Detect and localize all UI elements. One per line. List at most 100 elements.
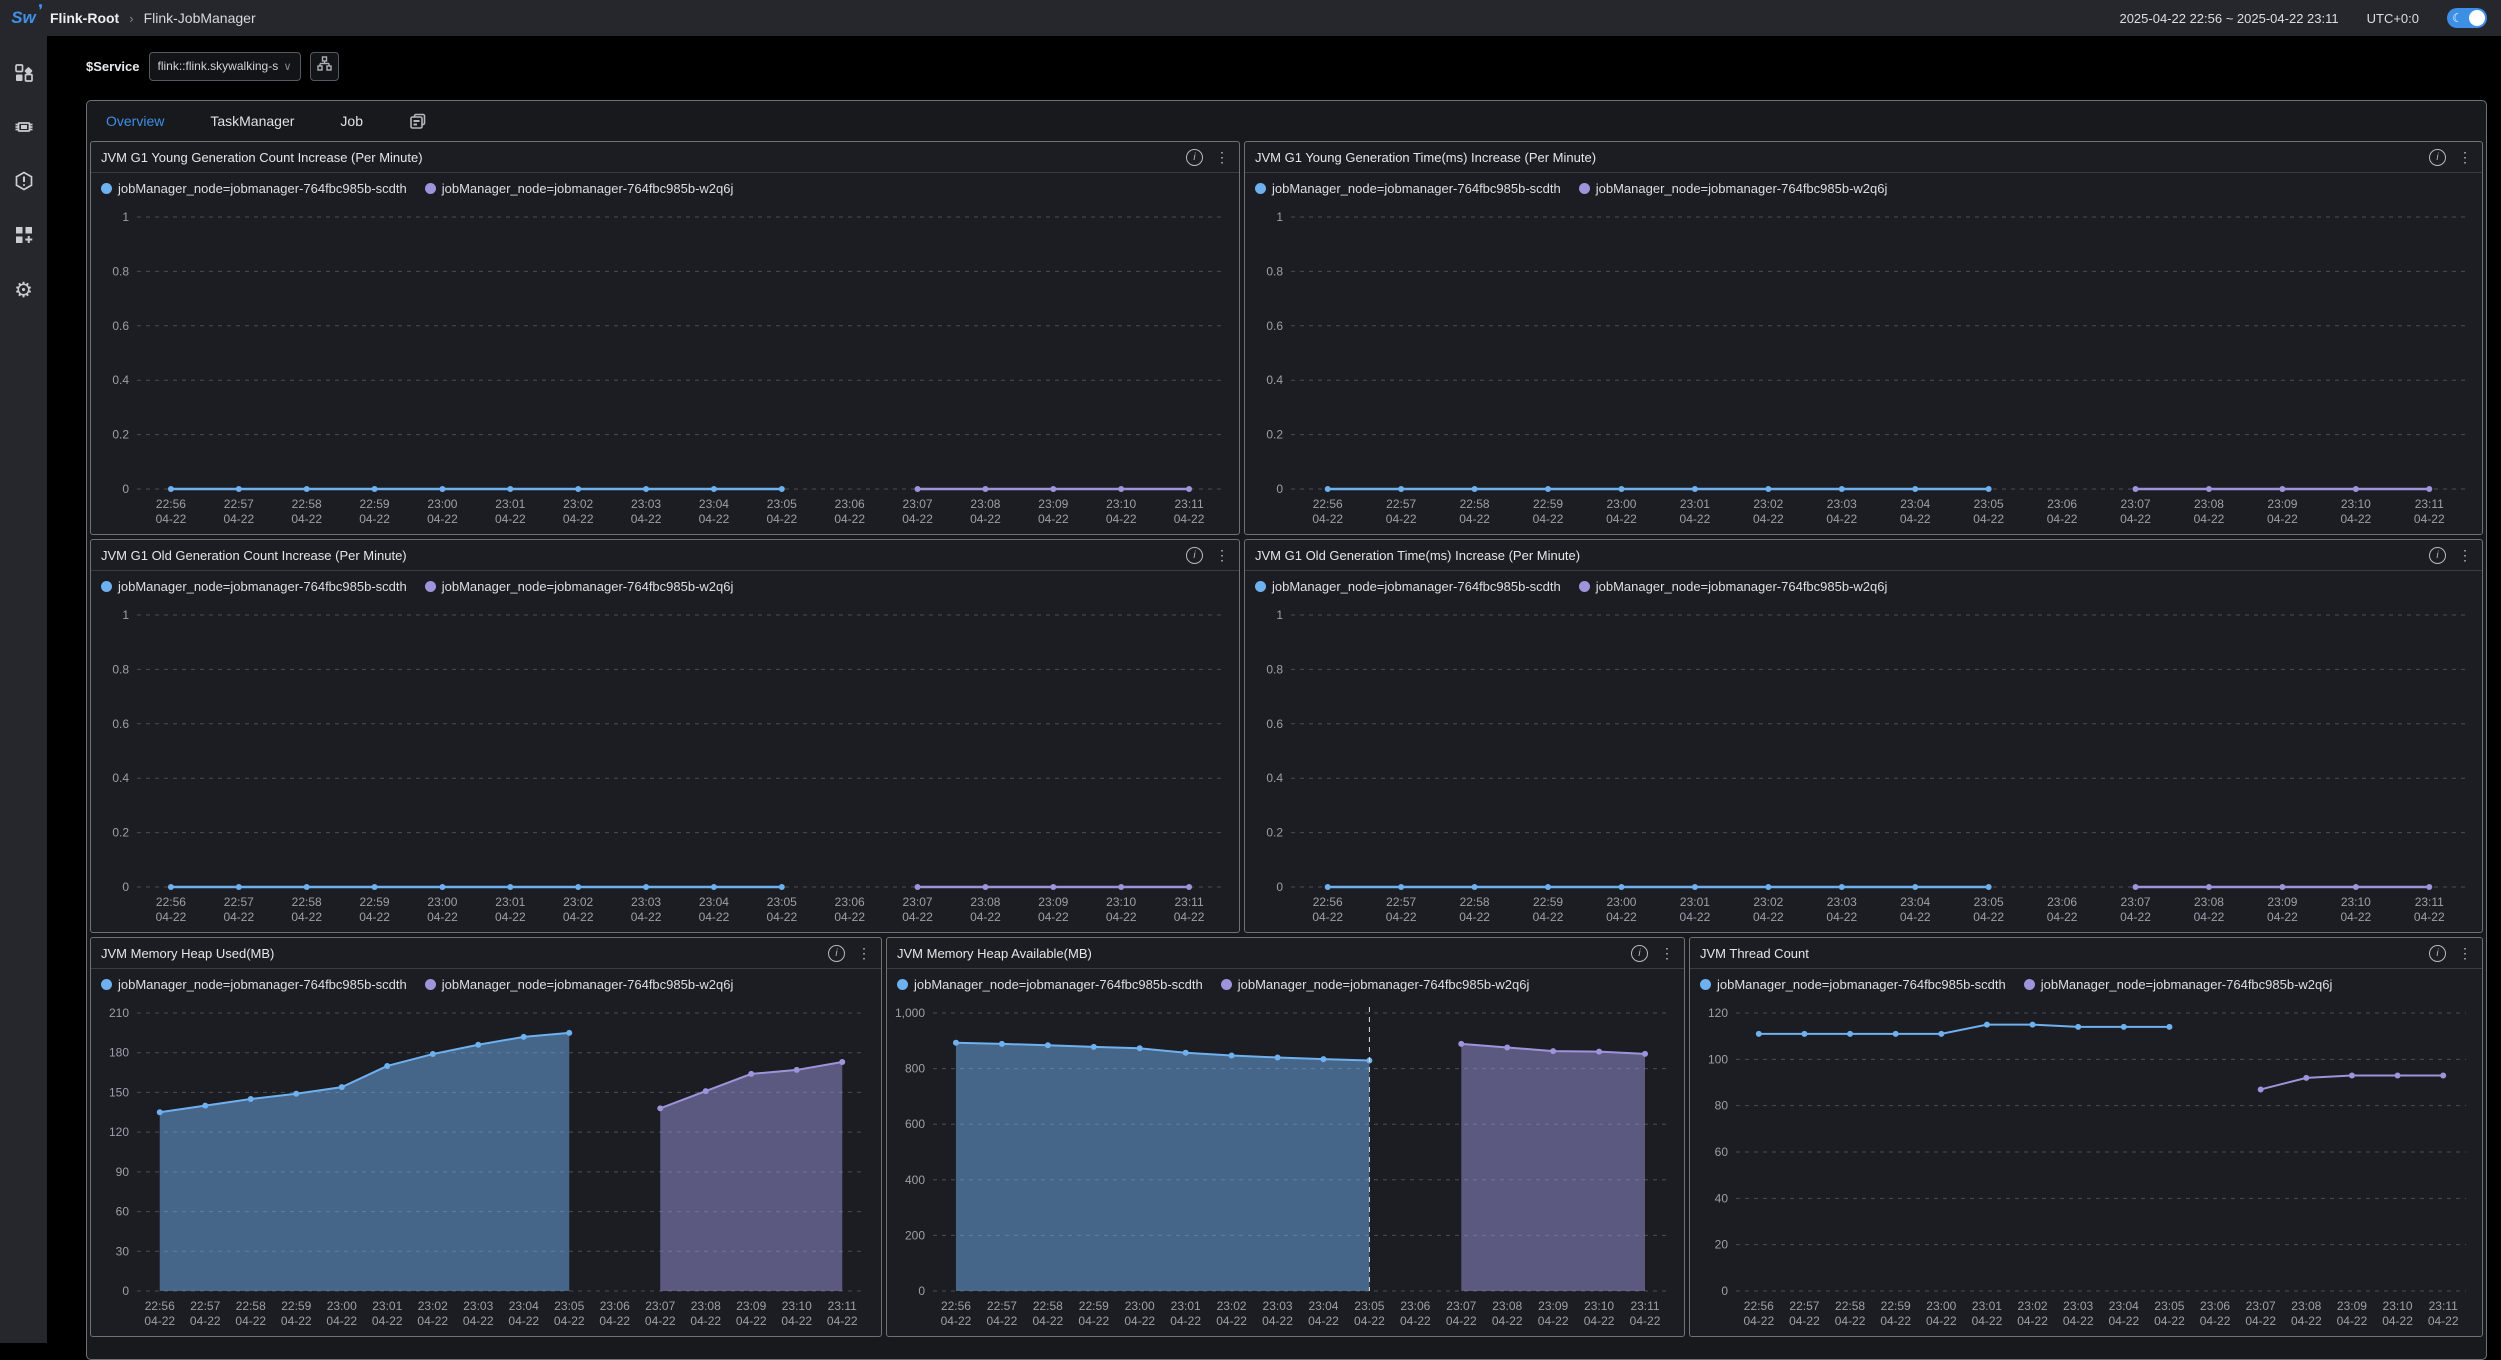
svg-text:0: 0 [122,482,129,496]
svg-text:04-22: 04-22 [1926,1314,1957,1328]
legend-item[interactable]: jobManager_node=jobmanager-764fbc985b-w2… [1579,181,1888,196]
more-menu-icon[interactable]: ⋮ [1215,152,1229,162]
area-chart[interactable]: 02004006008001,00022:5604-2222:5704-2222… [887,999,1684,1337]
legend-item[interactable]: jobManager_node=jobmanager-764fbc985b-w2… [1221,977,1530,992]
info-icon[interactable]: i [2429,547,2446,564]
legend-item[interactable]: jobManager_node=jobmanager-764fbc985b-sc… [1255,579,1561,594]
svg-text:23:09: 23:09 [736,1299,766,1313]
skywalking-logo[interactable]: Sw❜ [0,8,47,28]
legend-item[interactable]: jobManager_node=jobmanager-764fbc985b-w2… [425,181,734,196]
svg-text:23:07: 23:07 [2121,895,2151,909]
legend-item[interactable]: jobManager_node=jobmanager-764fbc985b-sc… [101,181,407,196]
line-chart[interactable]: 02040608010012022:5604-2222:5704-2222:58… [1690,999,2482,1337]
timezone[interactable]: UTC+0:0 [2367,11,2419,26]
line-chart[interactable]: 00.20.40.60.8122:5604-2222:5704-2222:580… [1245,601,2482,933]
legend-label: jobManager_node=jobmanager-764fbc985b-w2… [442,977,734,992]
more-menu-icon[interactable]: ⋮ [857,948,871,958]
more-menu-icon[interactable]: ⋮ [2458,152,2472,162]
svg-text:23:00: 23:00 [327,1299,357,1313]
svg-text:04-22: 04-22 [2267,910,2298,924]
svg-text:04-22: 04-22 [1262,1314,1293,1328]
svg-text:0.4: 0.4 [1266,771,1283,785]
svg-text:23:06: 23:06 [600,1299,630,1313]
more-menu-icon[interactable]: ⋮ [2458,948,2472,958]
svg-text:04-22: 04-22 [1753,512,1784,526]
more-menu-icon[interactable]: ⋮ [1215,550,1229,560]
svg-text:20: 20 [1715,1238,1729,1252]
time-range[interactable]: 2025-04-22 22:56 ~ 2025-04-22 23:11 [2119,11,2338,26]
svg-text:0.4: 0.4 [1266,373,1283,387]
chart-row-1: JVM G1 Young Generation Count Increase (… [90,141,2483,535]
legend-item[interactable]: jobManager_node=jobmanager-764fbc985b-sc… [101,977,407,992]
svg-text:23:10: 23:10 [782,1299,812,1313]
svg-text:23:08: 23:08 [970,895,1000,909]
svg-text:23:05: 23:05 [2154,1299,2184,1313]
legend-item[interactable]: jobManager_node=jobmanager-764fbc985b-w2… [425,977,734,992]
logo-text: Sw [11,8,36,27]
svg-text:22:59: 22:59 [281,1299,311,1313]
service-select[interactable]: flink::flink.skywalking-showc... ∨ [149,52,301,81]
svg-text:0.4: 0.4 [112,373,129,387]
svg-text:04-22: 04-22 [1174,512,1205,526]
legend-item[interactable]: jobManager_node=jobmanager-764fbc985b-sc… [101,579,407,594]
tab-taskmanager[interactable]: TaskManager [210,113,294,129]
line-chart[interactable]: 00.20.40.60.8122:5604-2222:5704-2222:580… [1245,203,2482,535]
copy-dashboard-icon[interactable] [409,113,426,130]
svg-text:04-22: 04-22 [2340,512,2371,526]
svg-text:04-22: 04-22 [1533,512,1564,526]
line-chart[interactable]: 00.20.40.60.8122:5604-2222:5704-2222:580… [91,203,1239,535]
legend-item[interactable]: jobManager_node=jobmanager-764fbc985b-w2… [2024,977,2333,992]
svg-text:22:58: 22:58 [292,497,322,511]
svg-text:0.2: 0.2 [112,826,129,840]
theme-toggle[interactable]: ☾ [2447,8,2487,28]
legend-item[interactable]: jobManager_node=jobmanager-764fbc985b-sc… [1700,977,2006,992]
info-icon[interactable]: i [2429,945,2446,962]
legend-label: jobManager_node=jobmanager-764fbc985b-sc… [118,181,407,196]
info-icon[interactable]: i [828,945,845,962]
info-icon[interactable]: i [1631,945,1648,962]
info-icon[interactable]: i [1186,547,1203,564]
area-chart[interactable]: 030609012015018021022:5604-2222:5704-222… [91,999,881,1337]
info-icon[interactable]: i [1186,149,1203,166]
sidebar-item-services[interactable] [0,48,47,102]
svg-text:23:06: 23:06 [2047,497,2077,511]
legend-item[interactable]: jobManager_node=jobmanager-764fbc985b-w2… [1579,579,1888,594]
chart-panel: JVM Memory Heap Available(MB) i ⋮ jobMan… [886,937,1685,1337]
svg-text:04-22: 04-22 [223,512,254,526]
svg-text:120: 120 [1708,1006,1728,1020]
svg-text:04-22: 04-22 [190,1314,221,1328]
legend-item[interactable]: jobManager_node=jobmanager-764fbc985b-sc… [897,977,1203,992]
sidebar: ⚙ [0,36,47,1343]
tab-overview[interactable]: Overview [106,113,164,129]
tab-job[interactable]: Job [340,113,363,129]
svg-text:04-22: 04-22 [326,1314,357,1328]
svg-text:04-22: 04-22 [2200,1314,2231,1328]
sidebar-item-alerting[interactable] [0,156,47,210]
legend-item[interactable]: jobManager_node=jobmanager-764fbc985b-w2… [425,579,734,594]
svg-text:04-22: 04-22 [2382,1314,2413,1328]
sidebar-item-settings[interactable]: ⚙ [0,264,47,318]
svg-text:04-22: 04-22 [1680,512,1711,526]
svg-text:30: 30 [116,1244,130,1258]
svg-text:100: 100 [1708,1052,1728,1066]
svg-text:04-22: 04-22 [144,1314,175,1328]
svg-text:04-22: 04-22 [1680,910,1711,924]
svg-text:0.2: 0.2 [1266,428,1283,442]
topology-button[interactable] [310,52,339,81]
breadcrumb-root[interactable]: Flink-Root [50,10,119,26]
svg-text:04-22: 04-22 [1900,512,1931,526]
svg-text:23:11: 23:11 [1630,1299,1659,1313]
sidebar-item-infrastructure[interactable] [0,102,47,156]
legend-item[interactable]: jobManager_node=jobmanager-764fbc985b-sc… [1255,181,1561,196]
legend-label: jobManager_node=jobmanager-764fbc985b-sc… [1272,181,1561,196]
svg-text:04-22: 04-22 [2291,1314,2322,1328]
chart-title: JVM G1 Young Generation Count Increase (… [101,150,423,165]
line-chart[interactable]: 00.20.40.60.8122:5604-2222:5704-2222:580… [91,601,1239,933]
legend-label: jobManager_node=jobmanager-764fbc985b-sc… [118,977,407,992]
legend-label: jobManager_node=jobmanager-764fbc985b-w2… [442,579,734,594]
info-icon[interactable]: i [2429,149,2446,166]
svg-text:22:57: 22:57 [987,1299,1017,1313]
sidebar-item-dashboards[interactable] [0,210,47,264]
more-menu-icon[interactable]: ⋮ [1660,948,1674,958]
more-menu-icon[interactable]: ⋮ [2458,550,2472,560]
